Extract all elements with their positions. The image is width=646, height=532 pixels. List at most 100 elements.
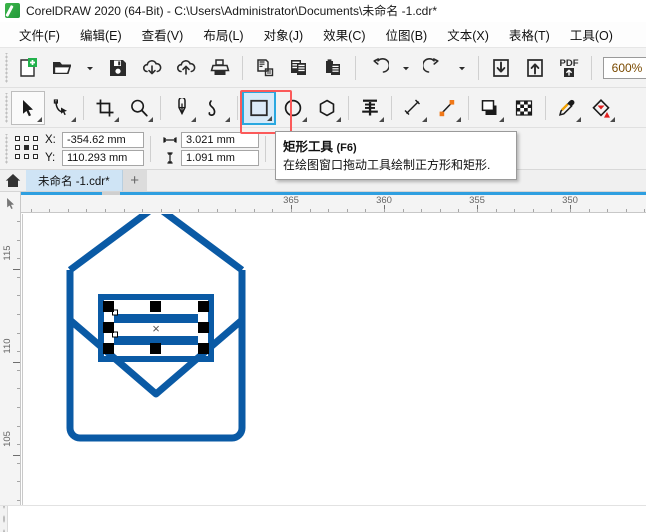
object-y-label: Y: <box>45 151 56 164</box>
property-bar-separator <box>150 135 151 162</box>
import-button[interactable] <box>484 51 518 85</box>
ruler-origin-button[interactable] <box>0 192 21 213</box>
menu-table[interactable]: 表格(T) <box>500 22 559 47</box>
ruler-tick-minor <box>477 209 478 212</box>
pick-tool[interactable] <box>11 90 45 125</box>
shape-tool[interactable] <box>45 91 79 125</box>
zoom-tool[interactable] <box>122 91 156 125</box>
object-width-input[interactable]: 3.021 mm <box>181 131 259 148</box>
toolbar-drag-grip[interactable] <box>4 52 11 83</box>
ruler-origin-icon <box>7 198 14 209</box>
ruler-tick-minor <box>570 209 571 212</box>
toolbar-separator <box>242 55 243 80</box>
selection-handle-tl <box>103 301 114 312</box>
import-down-arrow-icon <box>493 58 509 77</box>
ruler-label-110: 110 <box>2 338 13 354</box>
rectangle-icon <box>250 99 268 116</box>
document-tab-untitled-1[interactable]: 未命名 -1.cdr* <box>26 170 123 191</box>
open-document-button[interactable] <box>45 51 79 85</box>
toolbox-separator-3 <box>237 95 238 120</box>
redo-dropdown-button[interactable] <box>451 51 473 85</box>
selection-handle-tc <box>150 301 161 312</box>
object-x-row: X: -354.62 mm <box>45 131 144 148</box>
freehand-tool[interactable] <box>165 91 199 125</box>
toolbox-separator-4 <box>348 95 349 120</box>
crop-icon <box>96 99 114 116</box>
home-screen-button[interactable] <box>0 170 26 191</box>
add-document-tab-button[interactable]: + <box>122 170 147 191</box>
print-button[interactable] <box>203 51 237 85</box>
cloud-download-button[interactable] <box>135 51 169 85</box>
rectangle-tool[interactable] <box>242 90 276 125</box>
publish-pdf-button[interactable]: PDF <box>552 51 586 85</box>
vertical-ruler[interactable]: 115 110 105 <box>0 213 21 514</box>
ruler-label-360: 360 <box>376 195 392 206</box>
ruler-tick-major <box>13 362 20 363</box>
zoom-level-input[interactable]: 600% <box>603 56 646 79</box>
selection-handle-br <box>198 343 209 354</box>
object-height-input[interactable]: 1.091 mm <box>181 149 259 166</box>
horizontal-ruler[interactable]: 365 360 355 350 345 <box>0 192 646 213</box>
connector-tool[interactable] <box>430 91 464 125</box>
drawing-canvas[interactable]: × <box>22 214 646 514</box>
toolbox-drag-grip[interactable] <box>4 92 11 123</box>
cut-button[interactable] <box>248 51 282 85</box>
envelope-artwork[interactable]: × <box>22 214 646 514</box>
menu-edit[interactable]: 编辑(E) <box>71 22 131 47</box>
ruler-tick-minor <box>17 295 20 297</box>
status-bar-grip[interactable] <box>0 505 8 532</box>
paste-button[interactable] <box>316 51 350 85</box>
save-button[interactable] <box>101 51 135 85</box>
menu-file[interactable]: 文件(F) <box>10 22 69 47</box>
text-tool[interactable] <box>353 91 387 125</box>
cloud-upload-button[interactable] <box>169 51 203 85</box>
coreldraw-window: CorelDRAW 2020 (64-Bit) - C:\Users\Admin… <box>0 0 646 532</box>
title-bar: CorelDRAW 2020 (64-Bit) - C:\Users\Admin… <box>0 0 646 22</box>
undo-dropdown-button[interactable] <box>395 51 417 85</box>
artistic-media-tool[interactable] <box>199 91 233 125</box>
menu-text[interactable]: 文本(X) <box>438 22 498 47</box>
ruler-tick-minor <box>365 209 367 212</box>
copy-icon <box>291 59 306 75</box>
new-document-button[interactable] <box>11 51 45 85</box>
home-icon <box>5 174 21 187</box>
menu-layout[interactable]: 布局(L) <box>194 22 252 47</box>
selection-handle-mr <box>198 322 209 333</box>
menu-view-label: 查看(V) <box>141 29 184 43</box>
ruler-tick-minor <box>17 481 20 483</box>
eyedropper-icon <box>558 99 575 116</box>
dimension-tool[interactable] <box>396 91 430 125</box>
menu-bitmap[interactable]: 位图(B) <box>377 22 437 47</box>
flyout-triangle-icon <box>148 116 153 122</box>
polygon-tool[interactable] <box>310 91 344 125</box>
drop-shadow-tool[interactable] <box>473 91 507 125</box>
transparency-tool[interactable] <box>507 91 541 125</box>
object-x-input[interactable]: -354.62 mm <box>62 131 144 148</box>
toolbox-separator <box>83 95 84 120</box>
ellipse-tool[interactable] <box>276 91 310 125</box>
object-y-input[interactable]: 110.293 mm <box>62 149 144 166</box>
selection-center-marker: × <box>152 321 160 336</box>
undo-button[interactable] <box>361 51 395 85</box>
menu-tools[interactable]: 工具(O) <box>561 22 622 47</box>
redo-button[interactable] <box>417 51 451 85</box>
menu-effects[interactable]: 效果(C) <box>314 22 374 47</box>
interactive-fill-tool[interactable] <box>584 91 618 125</box>
object-anchor-grid-icon[interactable] <box>15 135 41 162</box>
menu-view[interactable]: 查看(V) <box>133 22 193 47</box>
pen-nib-icon <box>178 97 186 115</box>
color-eyedropper-tool[interactable] <box>550 91 584 125</box>
ruler-tick-minor <box>123 209 125 212</box>
parallel-dimension-icon <box>404 99 420 115</box>
open-dropdown-button[interactable] <box>79 51 101 85</box>
copy-button[interactable] <box>282 51 316 85</box>
flyout-triangle-icon <box>379 116 384 122</box>
property-bar-drag-grip[interactable] <box>4 133 11 164</box>
checkerboard-transparency-icon <box>515 99 533 116</box>
export-button[interactable] <box>518 51 552 85</box>
node-edit-icon <box>53 98 67 115</box>
crop-tool[interactable] <box>88 91 122 125</box>
ruler-tick-minor <box>291 209 292 212</box>
menu-object[interactable]: 对象(J) <box>255 22 313 47</box>
cut-document-icon <box>257 58 274 76</box>
